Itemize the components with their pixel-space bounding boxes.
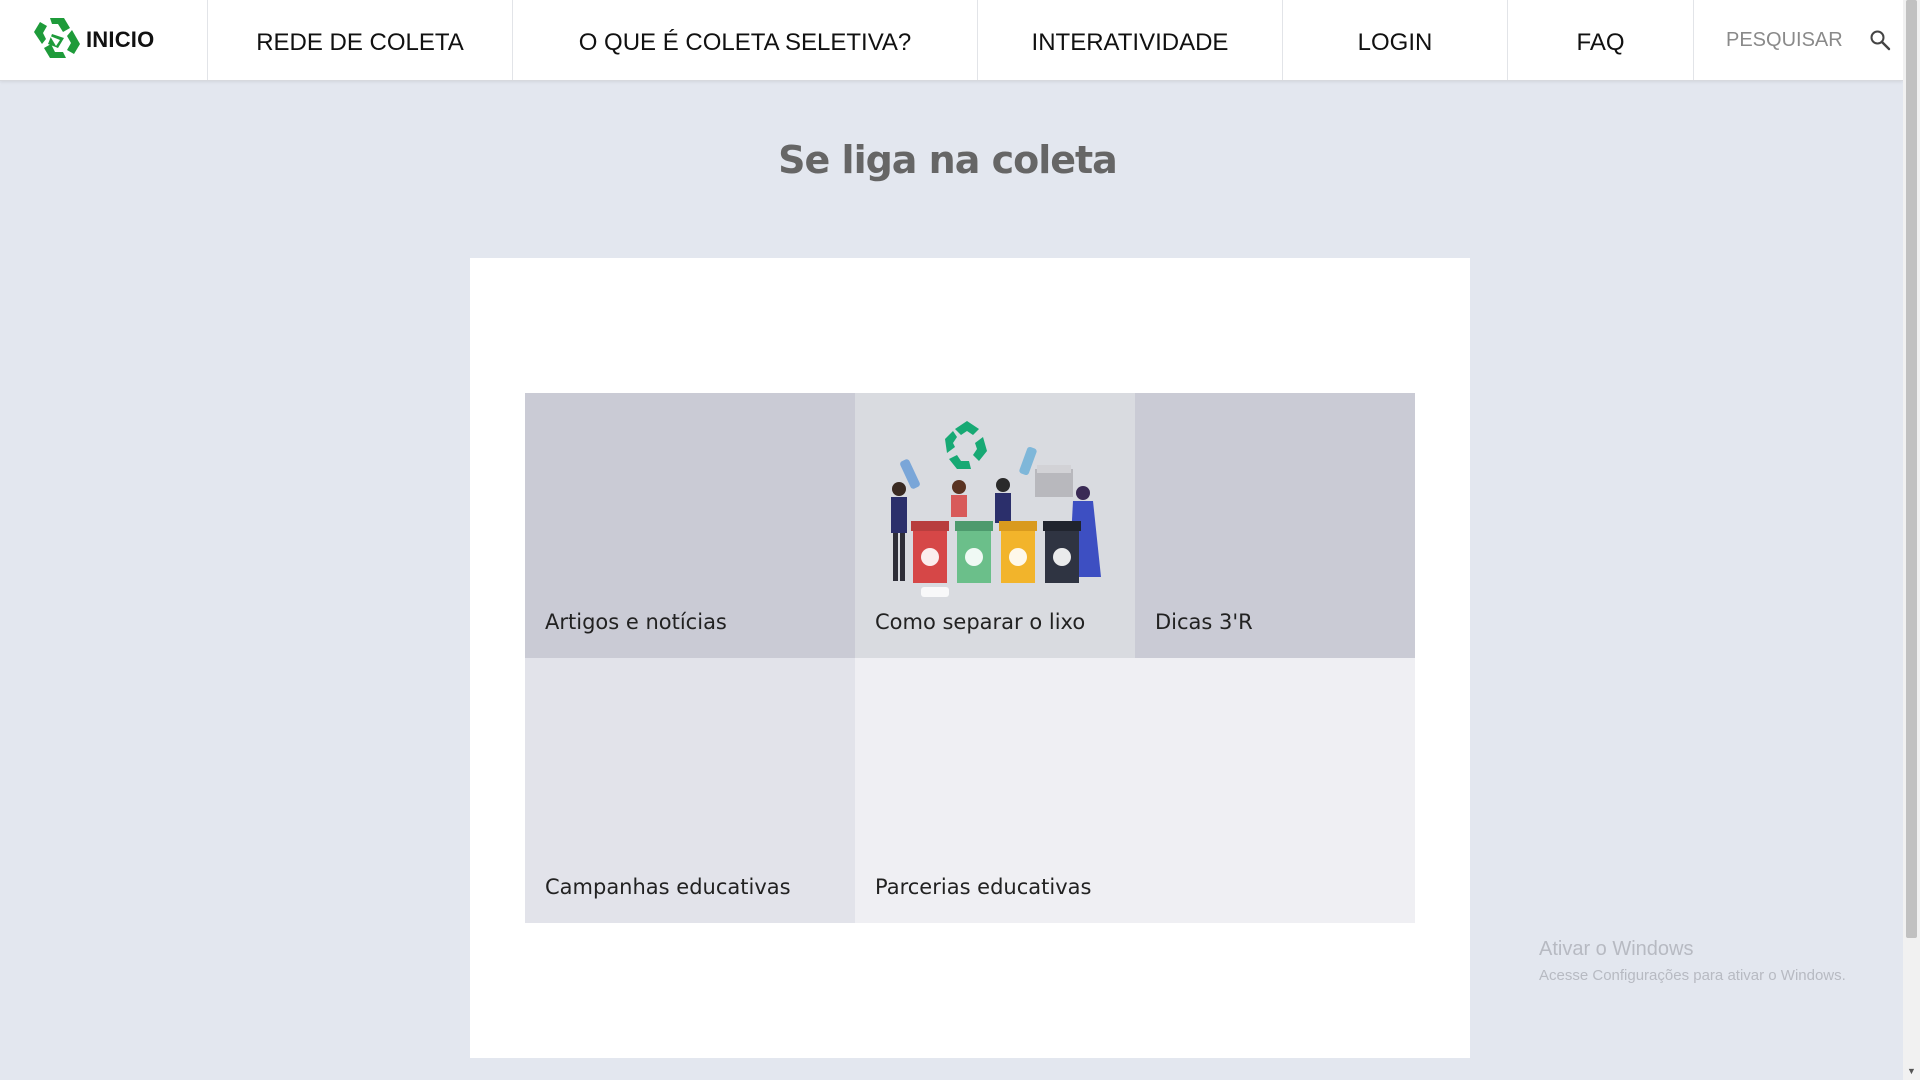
search-box[interactable]: PESQUISAR xyxy=(1694,0,1903,80)
home-link[interactable]: INICIO xyxy=(0,0,208,80)
search-label: PESQUISAR xyxy=(1726,28,1843,51)
scrollbar-thumb[interactable] xyxy=(1906,0,1917,938)
nav-rede-de-coleta[interactable]: REDE DE COLETA xyxy=(208,0,513,80)
nav-faq[interactable]: FAQ xyxy=(1508,0,1694,80)
page-title: Se liga na coleta xyxy=(778,138,1118,182)
tile-label: Artigos e notícias xyxy=(545,610,727,634)
tile-campanhas-educativas[interactable]: Campanhas educativas xyxy=(525,658,855,923)
search-icon[interactable] xyxy=(1869,29,1891,51)
tile-parcerias-educativas[interactable]: Parcerias educativas xyxy=(855,658,1415,923)
tile-dicas-3r[interactable]: Dicas 3'R xyxy=(1135,393,1415,658)
vertical-scrollbar[interactable]: ▼ xyxy=(1903,0,1920,1080)
nav-label: REDE DE COLETA xyxy=(256,29,464,56)
recycling-people-illustration xyxy=(891,421,1101,597)
nav-label: O QUE É COLETA SELETIVA? xyxy=(578,29,912,56)
nav-label: LOGIN xyxy=(1357,29,1433,56)
category-grid: Artigos e notícias Como separar o lixo D… xyxy=(525,393,1415,923)
scroll-down-arrow-icon[interactable]: ▼ xyxy=(1903,1063,1920,1080)
tile-label: Campanhas educativas xyxy=(545,875,791,899)
top-navigation-bar: INICIO REDE DE COLETA O QUE É COLETA SEL… xyxy=(0,0,1903,81)
watermark-subtitle: Acesse Configurações para ativar o Windo… xyxy=(1539,967,1846,984)
nav-label: FAQ xyxy=(1576,29,1625,56)
tile-label: Dicas 3'R xyxy=(1155,610,1253,634)
tile-label: Como separar o lixo xyxy=(875,610,1086,634)
windows-activation-watermark: Ativar o Windows Acesse Configurações pa… xyxy=(1539,938,1846,984)
tile-como-separar-o-lixo[interactable]: Como separar o lixo xyxy=(855,393,1135,658)
home-label: INICIO xyxy=(86,27,155,52)
nav-label: INTERATIVIDADE xyxy=(1031,29,1229,56)
watermark-title: Ativar o Windows xyxy=(1539,938,1694,960)
tile-artigos-e-noticias[interactable]: Artigos e notícias xyxy=(525,393,855,658)
recycle-logo-icon xyxy=(34,18,80,58)
nav-interatividade[interactable]: INTERATIVIDADE xyxy=(978,0,1283,80)
nav-login[interactable]: LOGIN xyxy=(1283,0,1508,80)
nav-o-que-e-coleta-seletiva[interactable]: O QUE É COLETA SELETIVA? xyxy=(513,0,978,80)
tile-label: Parcerias educativas xyxy=(875,875,1092,899)
